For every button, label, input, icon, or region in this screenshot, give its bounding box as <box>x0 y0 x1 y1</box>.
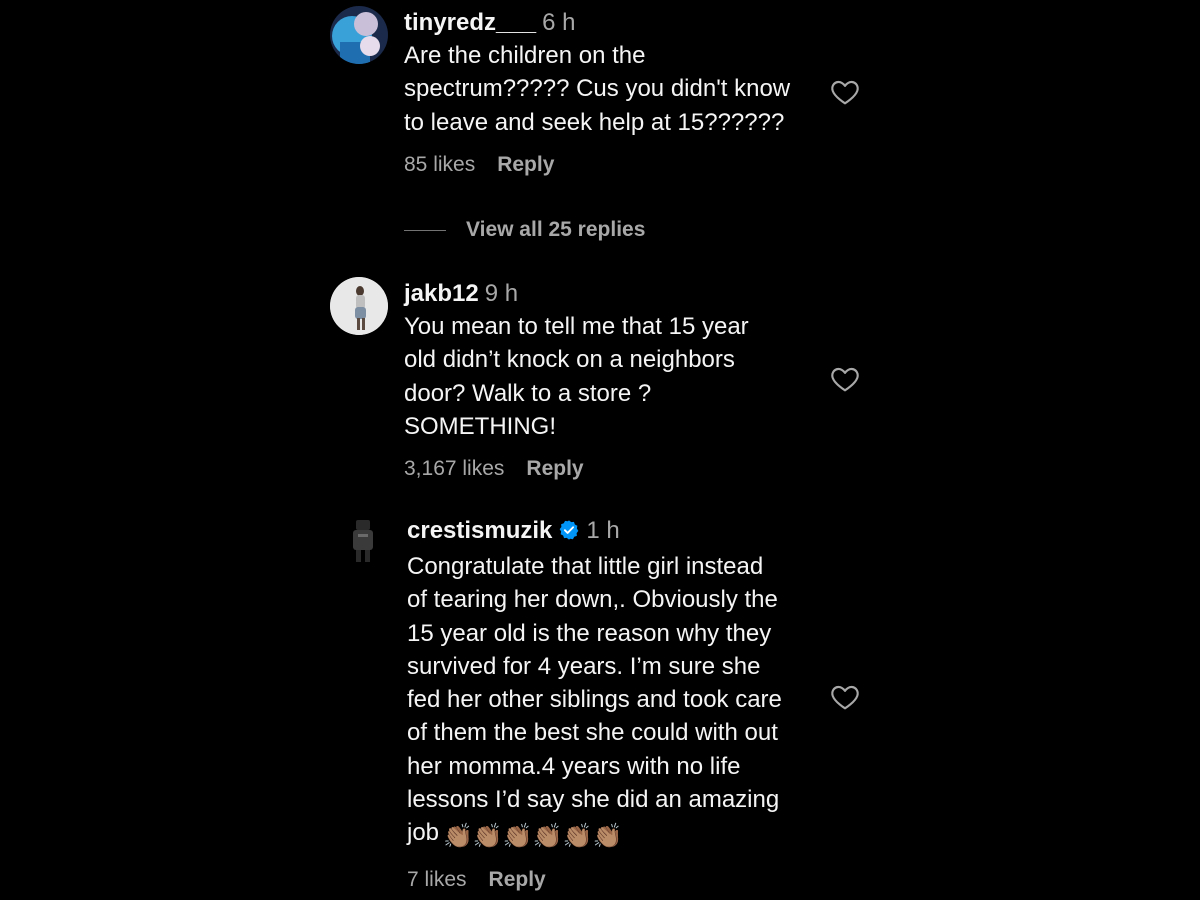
comment-text-body: Congratulate that little girl instead of… <box>407 553 782 847</box>
view-replies-button[interactable]: View all 25 replies <box>404 218 645 242</box>
comment-text: You mean to tell me that 15 year old did… <box>404 313 749 440</box>
comment-username[interactable]: tinyredz___ <box>404 9 536 36</box>
like-heart-icon[interactable] <box>829 76 861 108</box>
like-heart-icon[interactable] <box>829 363 861 395</box>
comment-username[interactable]: crestismuzik <box>407 517 552 544</box>
reply-button[interactable]: Reply <box>497 153 554 176</box>
view-replies-label: View all 25 replies <box>466 218 646 241</box>
reply-button[interactable]: Reply <box>489 868 546 891</box>
reply-button[interactable]: Reply <box>526 457 583 480</box>
comments-list: tinyredz___ 6 h Are the children on the s… <box>0 0 1200 900</box>
comment-username[interactable]: jakb12 <box>404 280 479 307</box>
comment-text: Congratulate that little girl instead of… <box>407 550 827 854</box>
comment-likes[interactable]: 85 likes <box>404 153 475 176</box>
avatar[interactable] <box>338 514 388 564</box>
verified-badge-icon <box>558 517 580 550</box>
comment-likes[interactable]: 7 likes <box>407 868 467 891</box>
comment-likes[interactable]: 3,167 likes <box>404 457 504 480</box>
clapping-hands-emoji: 👏🏽👏🏽👏🏽👏🏽👏🏽👏🏽 <box>443 823 623 851</box>
comment-time: 1 h <box>586 517 620 544</box>
comment-time: 9 h <box>484 280 519 307</box>
avatar[interactable] <box>330 6 388 64</box>
comment-text: Are the children on the spectrum????? Cu… <box>404 42 791 136</box>
avatar[interactable] <box>330 277 388 335</box>
replies-divider <box>404 229 446 231</box>
like-heart-icon[interactable] <box>829 681 861 713</box>
comment-time: 6 h <box>542 9 576 36</box>
